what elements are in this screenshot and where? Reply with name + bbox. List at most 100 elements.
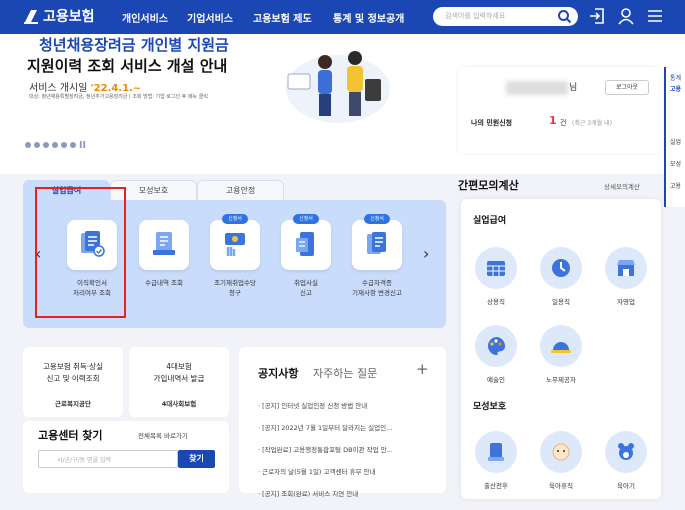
calc-daily-worker[interactable]: 일용직 [534, 247, 588, 306]
banner-dot[interactable] [70, 141, 76, 148]
calc-label: 노무제공자 [546, 376, 576, 384]
application-badge: 신청서 [222, 214, 248, 224]
service-item-benefit-history[interactable]: 수급내역 조회 [127, 220, 201, 288]
form-edit-icon [367, 232, 386, 254]
calc-maternity-leave[interactable]: 출산전후 [469, 431, 523, 490]
notice-item[interactable]: · [작업완료] 고용행정통합포털 DB이관 작업 안... [258, 444, 440, 466]
nav-statistics[interactable]: 통계 및 정보공개 [333, 10, 404, 25]
my-request-label[interactable]: 나의 민원신청 [471, 118, 512, 128]
user-icon[interactable] [617, 7, 635, 25]
service-icon-box[interactable] [139, 220, 189, 270]
application-badge: 신청서 [293, 214, 319, 224]
tab-employment-stability[interactable]: 고용안정 [197, 180, 284, 202]
quick-menu-item[interactable]: 모성 [670, 159, 681, 168]
receipt-icon [153, 232, 175, 255]
calc-panel: 실업급여 상용직 일용직 자영업 예술인 노무제공자 모성보호 출산전후 육아휴 [461, 199, 661, 499]
calc-label: 자영업 [617, 298, 635, 306]
notice-item[interactable]: · [공지] 2022년 7월 1일부터 달라지는 실업인... [258, 422, 440, 444]
logout-button[interactable]: 로그아웃 [605, 80, 649, 95]
center-search-input[interactable]: 시/군/구/동 명을 입력 [38, 450, 178, 468]
helmet-icon [540, 325, 582, 367]
next-arrow-icon[interactable]: › [423, 244, 429, 263]
banner-dot[interactable] [34, 141, 40, 148]
service-item-change-report[interactable]: 신청서 수급자격종 기재사항 변경신고 [340, 214, 414, 298]
calc-section-maternity: 모성보호 [473, 402, 507, 412]
shortcut-title: 4대보험 가입내역서 발급 [153, 362, 205, 383]
detail-calc-link[interactable]: 상세모의계산 [604, 181, 640, 191]
quick-menu-item[interactable]: 고용 [670, 84, 681, 93]
login-icon[interactable] [588, 7, 606, 25]
service-label: 조기재취업수당 청구 [214, 279, 256, 297]
banner-illustration [286, 51, 390, 123]
full-list-link[interactable]: 전체목록 바로가기 [138, 430, 188, 440]
document-icon [475, 431, 517, 473]
nav-personal[interactable]: 개인서비스 [122, 10, 168, 25]
calc-regular-worker[interactable]: 상용직 [469, 247, 523, 306]
quick-menu-item[interactable]: 통계 [670, 73, 681, 82]
notice-item[interactable]: · [공지] 인터넷 실업인정 신청 방법 안내 [258, 400, 440, 422]
top-header: 고용보험 개인서비스 기업서비스 고용보험 제도 통계 및 정보공개 검색어를 … [0, 0, 685, 34]
notice-item[interactable]: · [공지] 조회(완료) 서비스 지연 안내 [258, 488, 440, 510]
shortcut-org: 근로복지공단 [55, 400, 91, 408]
calc-labor-provider[interactable]: 노무제공자 [534, 325, 588, 384]
request-count[interactable]: 1 [549, 114, 557, 127]
calc-section-unemployment: 실업급여 [473, 216, 507, 226]
search-icon[interactable] [557, 9, 572, 24]
nav-system[interactable]: 고용보험 제도 [253, 10, 312, 25]
application-badge: 신청서 [364, 214, 390, 224]
highlight-box [35, 187, 126, 318]
center-search-placeholder: 시/군/구/동 명을 입력 [57, 457, 112, 464]
service-icon-box[interactable]: 신청서 [352, 214, 402, 270]
teddy-bear-icon [605, 431, 647, 473]
search-input[interactable]: 검색어를 입력하세요 [433, 7, 578, 26]
banner-pagination [25, 141, 86, 148]
notice-item[interactable]: · 근로자의 날(5월 1일) 고객센터 휴무 안내 [258, 466, 440, 488]
more-plus-icon[interactable]: + [416, 360, 429, 378]
nav-business[interactable]: 기업서비스 [187, 10, 233, 25]
simple-calculator: 간편모의계산 상세모의계산 실업급여 상용직 일용직 자영업 예술인 노무제공자… [458, 172, 685, 499]
palette-icon [475, 325, 517, 367]
find-center-title: 고용센터 찾기 [38, 429, 103, 442]
service-item-employment-report[interactable]: 신청서 취업사실 신고 [269, 214, 343, 298]
service-icon-box[interactable]: 신청서 [281, 214, 331, 270]
calendar-grid-icon [475, 247, 517, 289]
calc-label: 육아기 [617, 482, 635, 490]
user-suffix: 님 [569, 83, 578, 93]
calc-parental-leave[interactable]: 육아휴직 [534, 431, 588, 490]
shortcut-title: 고용보험 취득·상실 신고 및 이력조회 [43, 362, 103, 383]
quick-menu-item[interactable]: 실업 [670, 137, 681, 146]
menu-icon[interactable] [646, 7, 664, 25]
baby-icon [540, 431, 582, 473]
shortcut-4insurance-cert[interactable]: 4대보험 가입내역서 발급 4대사회보험 [129, 347, 229, 417]
calc-childcare-period[interactable]: 육아기 [599, 431, 653, 490]
service-label: 수급자격종 기재사항 변경신고 [352, 279, 402, 297]
request-count-unit: 건 [560, 119, 567, 127]
banner-line4: 대상: 청년채용특별장려금, 청년추가고용장려금 | 조회 방법: 기업 로그인… [29, 94, 208, 100]
calc-label: 일용직 [552, 298, 570, 306]
banner-line3: 서비스 개시일 '22.4.1.~ [29, 79, 141, 94]
site-logo[interactable]: 고용보험 [22, 6, 95, 26]
calc-label: 육아휴직 [549, 482, 573, 490]
user-box: 님 로그아웃 나의 민원신청 1 건 (최근 3개월 내) [458, 67, 663, 153]
calc-artist[interactable]: 예술인 [469, 325, 523, 384]
find-button[interactable]: 찾기 [178, 450, 215, 468]
tab-faq[interactable]: 자주하는 질문 [313, 365, 377, 381]
banner-dot[interactable] [61, 141, 67, 148]
pause-icon[interactable] [79, 141, 86, 148]
find-center-box: 고용센터 찾기 전체목록 바로가기 시/군/구/동 명을 입력 찾기 [23, 421, 229, 493]
banner-dot[interactable] [43, 141, 49, 148]
shortcut-insurance-history[interactable]: 고용보험 취득·상실 신고 및 이력조회 근로복지공단 [23, 347, 123, 417]
banner-line2[interactable]: 지원이력 조회 서비스 개설 안내 [27, 55, 227, 76]
service-label: 수급내역 조회 [145, 279, 183, 287]
banner-dot[interactable] [25, 141, 31, 148]
service-item-early-reemployment[interactable]: 신청서 조기재취업수당 청구 [198, 214, 272, 298]
tab-notice[interactable]: 공지사항 [258, 365, 298, 381]
banner-dot[interactable] [52, 141, 58, 148]
shortcut-org: 4대사회보험 [161, 400, 197, 408]
mobile-document-icon [296, 232, 314, 256]
calc-label: 예술인 [487, 376, 505, 384]
request-count-range: (최근 3개월 내) [572, 120, 612, 127]
service-icon-box[interactable]: 신청서 [210, 214, 260, 270]
calc-self-employed[interactable]: 자영업 [599, 247, 653, 306]
banner-line1[interactable]: 청년채용장려금 개인별 지원금 [39, 34, 229, 55]
